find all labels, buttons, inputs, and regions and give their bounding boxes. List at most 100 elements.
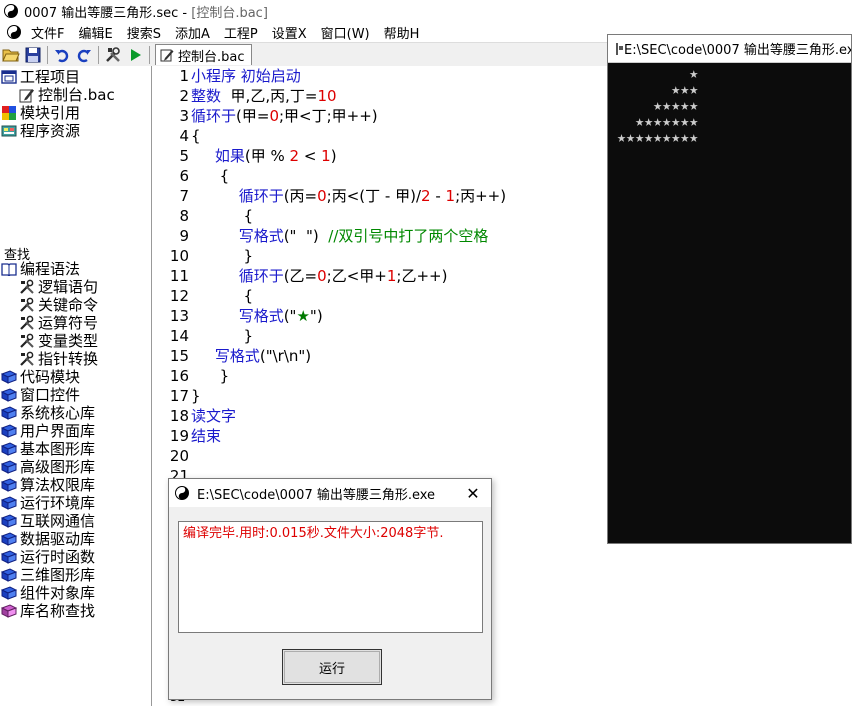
code-token: (甲 % [244, 147, 290, 165]
find-item-syntax[interactable]: 编程语法 [0, 260, 98, 278]
code-keyword: 循环于 [191, 107, 237, 125]
tree-item-resources[interactable]: 程序资源 [0, 122, 115, 140]
find-item-data-driver[interactable]: 数据驱动库 [0, 530, 98, 548]
find-item-label: 互联网通信 [20, 512, 96, 530]
code-token: ;乙<甲+ [326, 267, 387, 285]
code-line[interactable]: 写格式("\r\n") [191, 346, 506, 366]
tree-item-label: 工程项目 [20, 68, 81, 86]
line-number: 13 [169, 307, 189, 325]
find-item-core-lib[interactable]: 系统核心库 [0, 404, 98, 422]
menu-edit[interactable]: 编辑E [71, 23, 119, 42]
find-item-algorithm-lib[interactable]: 算法权限库 [0, 476, 98, 494]
find-item-pointer[interactable]: 指针转换 [0, 350, 98, 368]
code-line[interactable]: 读文字 [191, 406, 506, 426]
redo-button[interactable] [73, 44, 95, 66]
code-keyword: 小程序 初始启动 [191, 67, 301, 85]
find-item-keywords[interactable]: 关键命令 [0, 296, 98, 314]
tree-item-project[interactable]: 工程项目 [0, 68, 115, 86]
find-item-ui-lib[interactable]: 用户界面库 [0, 422, 98, 440]
code-area[interactable]: 小程序 初始启动 整数 甲,乙,丙,丁=10 循环于(甲=0;甲<丁;甲++){ 如… [191, 66, 506, 486]
code-keyword: 循环于 [238, 187, 284, 205]
find-item-lib-search[interactable]: 库名称查找 [0, 602, 98, 620]
find-item-code-modules[interactable]: 代码模块 [0, 368, 98, 386]
menu-help[interactable]: 帮助H [377, 23, 427, 42]
find-item-basic-graphics[interactable]: 基本图形库 [0, 440, 98, 458]
code-line[interactable]: { [191, 166, 506, 186]
code-line[interactable]: } [191, 366, 506, 386]
save-button[interactable] [22, 44, 44, 66]
menu-file[interactable]: 文件F [24, 23, 71, 42]
menu-search[interactable]: 搜索S [120, 23, 168, 42]
find-item-operators[interactable]: 运算符号 [0, 314, 98, 332]
code-token: } [191, 247, 253, 265]
tree-item-console-bac[interactable]: 控制台.bac [0, 86, 115, 104]
close-button[interactable]: ✕ [455, 479, 491, 507]
find-item-advanced-graphics[interactable]: 高级图形库 [0, 458, 98, 476]
menu-add[interactable]: 添加A [168, 23, 217, 42]
open-folder-button[interactable] [0, 44, 22, 66]
line-number: 16 [169, 367, 189, 385]
dialog-title: E:\SEC\code\0007 输出等腰三角形.exe [197, 487, 436, 503]
code-token: (甲= [236, 107, 270, 125]
line-number: 19 [169, 427, 189, 445]
code-line[interactable]: 结束 [191, 426, 506, 446]
code-line[interactable]: { [191, 286, 506, 306]
menu-project[interactable]: 工程P [217, 23, 265, 42]
code-line[interactable]: 循环于(甲=0;甲<丁;甲++) [191, 106, 506, 126]
find-item-label: 三维图形库 [20, 566, 96, 584]
code-number: 0 [269, 107, 279, 125]
floppy-save-icon [25, 47, 41, 62]
find-item-runtime-funcs[interactable]: 运行时函数 [0, 548, 98, 566]
code-line[interactable]: { [191, 126, 506, 146]
code-line[interactable]: { [191, 206, 506, 226]
blue-book-icon [0, 441, 18, 457]
menu-settings[interactable]: 设置X [265, 23, 314, 42]
console-window-icon [616, 42, 623, 55]
console-title-bar[interactable]: E:\SEC\code\0007 输出等腰三角形.exe [608, 35, 851, 63]
tools-icon [18, 333, 36, 349]
dialog-title-bar[interactable]: E:\SEC\code\0007 输出等腰三角形.exe ✕ [169, 479, 491, 507]
find-item-window-controls[interactable]: 窗口控件 [0, 386, 98, 404]
find-item-internet[interactable]: 互联网通信 [0, 512, 98, 530]
code-keyword: 写格式 [238, 227, 284, 245]
code-line[interactable]: 小程序 初始启动 [191, 66, 506, 86]
code-line[interactable]: 写格式(" ") //双引号中打了两个空格 [191, 226, 506, 246]
code-token: { [191, 287, 253, 305]
run-program-button[interactable]: 运行 [282, 649, 382, 685]
code-line[interactable]: 写格式("★") [191, 306, 506, 326]
find-item-label: 指针转换 [38, 350, 99, 368]
code-line[interactable]: } [191, 246, 506, 266]
yin-yang-menu-icon[interactable] [4, 22, 24, 42]
find-item-logic[interactable]: 逻辑语句 [0, 278, 98, 296]
code-line[interactable]: 循环于(丙=0;丙<(丁 - 甲)/2 - 1;丙++) [191, 186, 506, 206]
find-item-var-types[interactable]: 变量类型 [0, 332, 98, 350]
find-item-3d-graphics[interactable]: 三维图形库 [0, 566, 98, 584]
code-line[interactable]: } [191, 326, 506, 346]
undo-button[interactable] [51, 44, 73, 66]
code-keyword: 如果 [214, 147, 245, 165]
code-line[interactable]: 整数 甲,乙,丙,丁=10 [191, 86, 506, 106]
project-tree: 工程项目 控制台.bac 模块引用 程序资源 [0, 68, 115, 140]
ide-window: 0007 输出等腰三角形.sec - [控制台.bac] 文件F 编辑E 搜索S… [0, 0, 852, 706]
blue-book-icon [0, 423, 18, 439]
tree-item-module-ref[interactable]: 模块引用 [0, 104, 115, 122]
find-item-label: 运算符号 [38, 314, 99, 332]
line-number: 1 [179, 67, 189, 85]
menu-window[interactable]: 窗口(W) [314, 23, 377, 42]
tab-console-bac[interactable]: 控制台.bac [155, 44, 252, 65]
find-item-component-lib[interactable]: 组件对象库 [0, 584, 98, 602]
find-item-label: 系统核心库 [20, 404, 96, 422]
code-line[interactable]: 如果(甲 % 2 < 1) [191, 146, 506, 166]
code-token: ;甲<丁;甲++) [278, 107, 378, 125]
tools-icon [18, 297, 36, 313]
code-line[interactable]: 循环于(乙=0;乙<甲+1;乙++) [191, 266, 506, 286]
find-item-runtime-env[interactable]: 运行环境库 [0, 494, 98, 512]
code-line[interactable]: } [191, 386, 506, 406]
code-line[interactable] [191, 446, 506, 466]
build-button[interactable] [102, 44, 124, 66]
compile-message-box[interactable]: 编译完毕.用时:0.015秒.文件大小:2048字节. [178, 521, 483, 633]
run-button[interactable] [124, 44, 146, 66]
code-token: ;丙++) [455, 187, 507, 205]
console-window[interactable]: E:\SEC\code\0007 输出等腰三角形.exe ★ ★★★ ★★★★★… [607, 34, 852, 544]
code-token: ★ [296, 307, 310, 325]
